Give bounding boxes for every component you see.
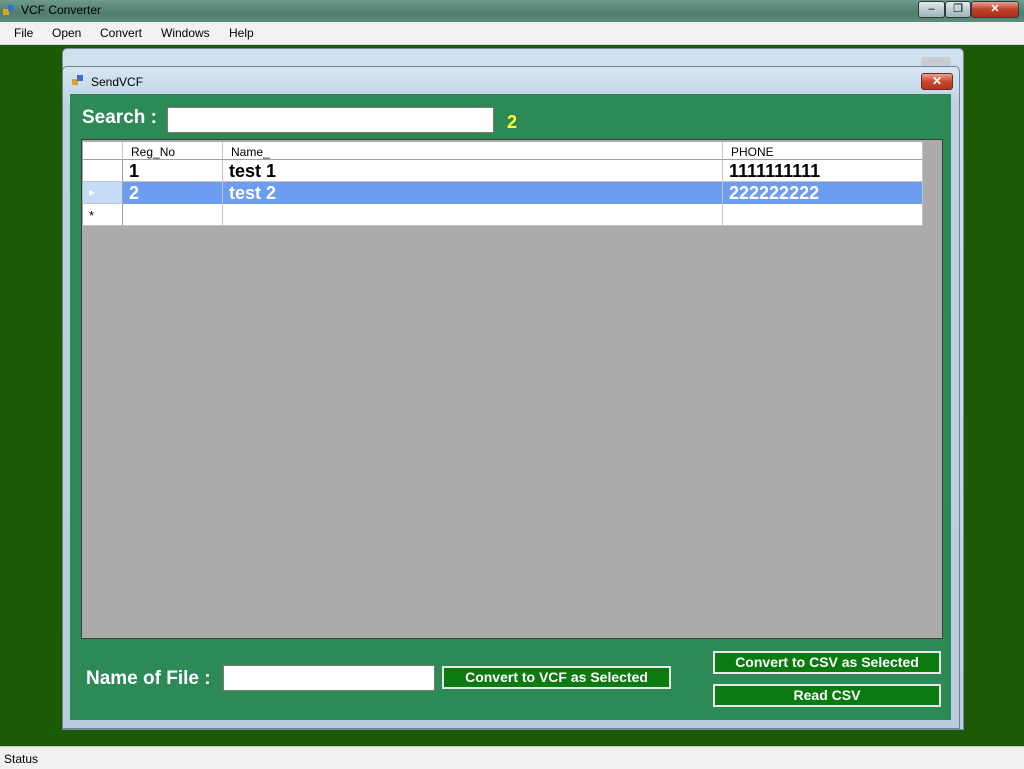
row-header-new[interactable]: * — [83, 204, 123, 226]
column-header-name[interactable]: Name_ — [223, 142, 723, 160]
minimize-button[interactable]: – — [918, 1, 945, 18]
restore-icon: ❐ — [953, 3, 963, 15]
menu-convert[interactable]: Convert — [100, 26, 142, 40]
minimize-icon: – — [928, 3, 935, 15]
sendvcf-close-button[interactable]: ✕ — [921, 73, 953, 90]
menu-file[interactable]: File — [14, 26, 33, 40]
file-name-input[interactable] — [223, 665, 435, 691]
menu-bar: File Open Convert Windows Help — [0, 22, 1024, 45]
search-input[interactable] — [167, 107, 494, 133]
convert-to-csv-button[interactable]: Convert to CSV as Selected — [713, 651, 941, 674]
menu-windows[interactable]: Windows — [161, 26, 210, 40]
app-icon — [3, 5, 14, 15]
read-csv-button[interactable]: Read CSV — [713, 684, 941, 707]
form-client-area: Search : 2 Reg_No Name_ PHONE 1 test 1 1… — [70, 94, 951, 720]
convert-to-vcf-button[interactable]: Convert to VCF as Selected — [442, 666, 671, 689]
menu-open[interactable]: Open — [52, 26, 81, 40]
close-icon: ✕ — [990, 3, 1000, 15]
close-icon: ✕ — [931, 74, 943, 88]
maximize-button[interactable]: ❐ — [945, 1, 971, 18]
menu-help[interactable]: Help — [229, 26, 254, 40]
new-row-cell-reg-no[interactable] — [123, 204, 223, 226]
cell-phone[interactable]: 1111111111 — [723, 160, 923, 182]
main-title-bar: VCF Converter – ❐ ✕ — [0, 0, 1024, 22]
form-icon — [72, 75, 83, 85]
new-row-asterisk-icon: * — [89, 208, 95, 223]
sendvcf-window: SendVCF ✕ Search : 2 Reg_No Name_ PHONE … — [62, 66, 960, 729]
status-bar: Status — [0, 746, 1024, 769]
new-row-cell-name[interactable] — [223, 204, 723, 226]
window-title: VCF Converter — [21, 3, 102, 17]
column-header-reg-no[interactable]: Reg_No — [123, 142, 223, 160]
cell-name[interactable]: test 1 — [223, 160, 723, 182]
cell-reg-no[interactable]: 2 — [123, 182, 223, 204]
column-header-phone[interactable]: PHONE — [723, 142, 923, 160]
row-header-current[interactable]: ▸ — [83, 182, 123, 204]
cell-phone[interactable]: 222222222 — [723, 182, 923, 204]
search-label: Search : — [82, 107, 157, 128]
cell-reg-no[interactable]: 1 — [123, 160, 223, 182]
current-row-arrow-icon: ▸ — [89, 185, 96, 199]
status-text: Status — [4, 752, 39, 766]
close-button[interactable]: ✕ — [971, 1, 1019, 18]
sendvcf-title: SendVCF — [91, 75, 144, 89]
grid-corner-header[interactable] — [83, 142, 123, 160]
row-header[interactable] — [83, 160, 123, 182]
contacts-grid[interactable]: Reg_No Name_ PHONE 1 test 1 1111111111 ▸… — [81, 139, 943, 639]
cell-name[interactable]: test 2 — [223, 182, 723, 204]
file-name-label: Name of File : — [86, 668, 211, 689]
new-row-cell-phone[interactable] — [723, 204, 923, 226]
result-count: 2 — [507, 112, 518, 132]
